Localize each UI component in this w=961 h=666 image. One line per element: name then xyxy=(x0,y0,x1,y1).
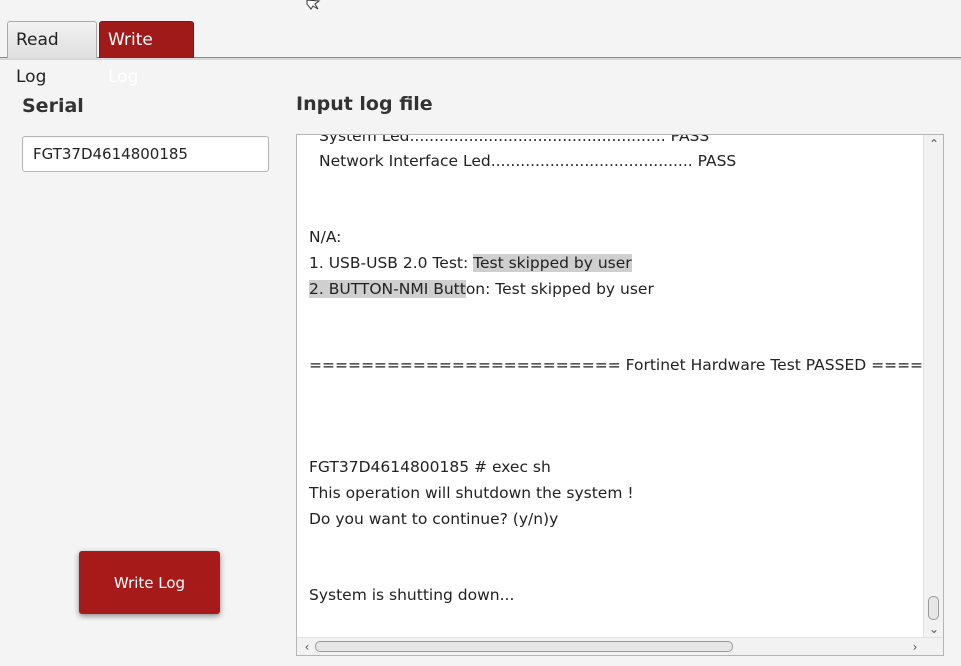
log-line: N/A: xyxy=(309,228,342,246)
vertical-scrollbar[interactable]: ⌃ ⌄ xyxy=(923,135,943,637)
log-text: 1. USB-USB 2.0 Test: xyxy=(309,254,474,272)
serial-input[interactable] xyxy=(22,136,269,172)
log-line: 1. USB-USB 2.0 Test: Test skipped by use… xyxy=(309,250,632,276)
log-text: on: Test skipped by user xyxy=(465,280,654,298)
scroll-right-icon[interactable]: › xyxy=(905,641,925,653)
log-line: ======================== Fortinet Hardwa… xyxy=(309,356,923,374)
log-line: FGT37D4614800185 # exec sh xyxy=(309,458,551,476)
log-selection: Test skipped by user xyxy=(473,254,632,272)
log-line: Network Interface Led...................… xyxy=(319,152,737,170)
tab-bar: Read Log Write Log xyxy=(0,0,961,87)
log-line: This operation will shutdown the system … xyxy=(309,484,634,502)
log-line: System is shutting down... xyxy=(309,586,515,604)
mouse-cursor-icon xyxy=(306,0,321,10)
log-content: System Led..............................… xyxy=(297,135,923,637)
vertical-scroll-thumb[interactable] xyxy=(928,596,939,620)
log-line: Do you want to continue? (y/n)y xyxy=(309,510,559,528)
log-textarea[interactable]: System Led..............................… xyxy=(296,134,944,656)
tab-divider xyxy=(0,58,961,60)
write-log-button[interactable]: Write Log xyxy=(79,551,220,614)
tab-write-log[interactable]: Write Log xyxy=(99,21,194,87)
scroll-up-icon[interactable]: ⌃ xyxy=(924,138,943,150)
scroll-left-icon[interactable]: ‹ xyxy=(297,641,317,653)
tab-read-log[interactable]: Read Log xyxy=(7,21,97,87)
serial-label: Serial xyxy=(22,95,84,117)
log-line: System Led..............................… xyxy=(319,135,710,145)
horizontal-scroll-thumb[interactable] xyxy=(315,641,733,652)
horizontal-scrollbar[interactable]: ‹ › xyxy=(297,637,943,655)
log-line: 2. BUTTON-NMI Button: Test skipped by us… xyxy=(309,276,654,302)
log-selection: 2. BUTTON-NMI Butt xyxy=(309,280,466,298)
input-log-label: Input log file xyxy=(296,93,433,115)
scroll-down-icon[interactable]: ⌄ xyxy=(924,623,943,635)
